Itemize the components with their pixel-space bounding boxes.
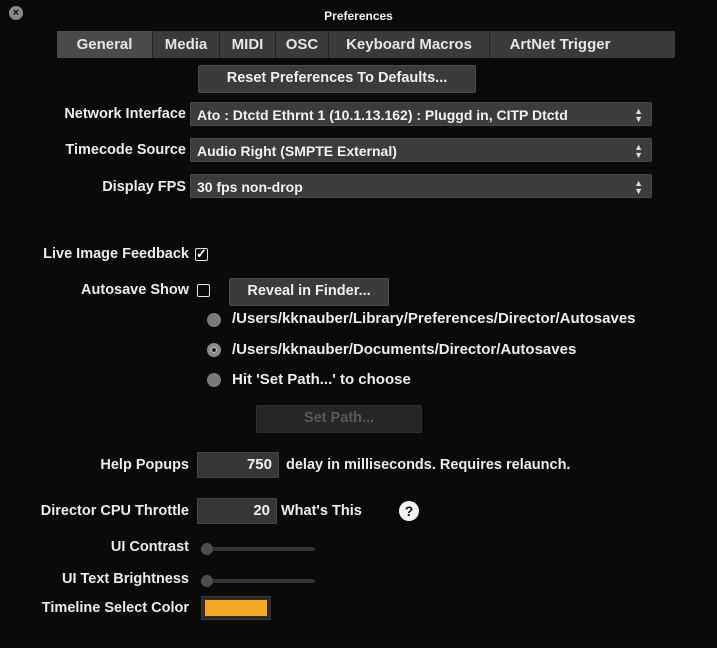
display-fps-select[interactable]: 30 fps non-drop ▲ ▼ [190, 174, 652, 198]
tab-osc[interactable]: OSC [276, 31, 329, 58]
live-image-feedback-checkbox[interactable]: ✓ [195, 247, 208, 261]
timecode-source-select[interactable]: Audio Right (SMPTE External) ▲ ▼ [190, 138, 652, 162]
ui-text-brightness-label: UI Text Brightness [61, 571, 189, 587]
live-image-feedback-label: Live Image Feedback [43, 246, 189, 262]
cpu-throttle-input[interactable]: 20 [197, 498, 277, 524]
network-interface-value: Ato : Dtctd Ethrnt 1 (10.1.13.162) : Plu… [197, 107, 568, 123]
timecode-source-value: Audio Right (SMPTE External) [197, 143, 397, 159]
help-icon[interactable]: ? [399, 501, 419, 521]
autosave-show-checkbox[interactable] [197, 284, 210, 297]
autosave-path-library: /Users/kknauber/Library/Preferences/Dire… [232, 310, 636, 327]
autosave-path-custom: Hit 'Set Path...' to choose [232, 371, 411, 388]
timecode-source-label: Timecode Source [65, 142, 186, 158]
ui-text-brightness-slider[interactable] [201, 579, 315, 583]
reset-preferences-button[interactable]: Reset Preferences To Defaults... [198, 65, 476, 93]
tab-keyboard-macros[interactable]: Keyboard Macros [329, 31, 490, 58]
help-popups-label: Help Popups [100, 457, 189, 473]
updown-arrows-icon: ▲ ▼ [634, 106, 643, 124]
title-bar: × Preferences [0, 0, 717, 30]
cpu-throttle-label: Director CPU Throttle [40, 503, 189, 519]
timeline-select-color-well[interactable] [201, 596, 271, 620]
updown-arrows-icon: ▲ ▼ [634, 178, 643, 196]
autosave-path-documents: /Users/kknauber/Documents/Director/Autos… [232, 341, 577, 358]
network-interface-label: Network Interface [64, 106, 186, 122]
ui-contrast-knob[interactable] [201, 543, 213, 555]
ui-text-brightness-knob[interactable] [201, 575, 213, 587]
tab-artnet-trigger[interactable]: ArtNet Trigger [490, 31, 630, 58]
timeline-select-color-label: Timeline Select Color [41, 600, 189, 616]
tab-general[interactable]: General [57, 31, 153, 58]
help-popups-suffix: delay in milliseconds. Requires relaunch… [286, 457, 571, 473]
updown-arrows-icon: ▲ ▼ [634, 142, 643, 160]
autosave-show-label: Autosave Show [81, 282, 189, 298]
autosave-path-radio-documents[interactable] [207, 343, 221, 357]
tab-midi[interactable]: MIDI [220, 31, 276, 58]
display-fps-value: 30 fps non-drop [197, 179, 303, 195]
preferences-window: × Preferences General Media MIDI OSC Key… [0, 0, 717, 648]
color-swatch-fill [205, 600, 267, 616]
tab-media[interactable]: Media [153, 31, 220, 58]
ui-contrast-label: UI Contrast [110, 539, 189, 555]
ui-contrast-slider[interactable] [201, 547, 315, 551]
autosave-path-radio-library[interactable] [207, 313, 221, 327]
display-fps-label: Display FPS [102, 179, 186, 195]
network-interface-select[interactable]: Ato : Dtctd Ethrnt 1 (10.1.13.162) : Plu… [190, 102, 652, 126]
help-popups-input[interactable]: 750 [197, 452, 279, 478]
set-path-button[interactable]: Set Path... [256, 405, 422, 433]
reveal-in-finder-button[interactable]: Reveal in Finder... [229, 278, 389, 306]
window-title: Preferences [324, 9, 393, 23]
tab-bar: General Media MIDI OSC Keyboard Macros A… [57, 31, 675, 58]
autosave-path-radio-custom[interactable] [207, 373, 221, 387]
whats-this-label: What's This [281, 503, 362, 519]
